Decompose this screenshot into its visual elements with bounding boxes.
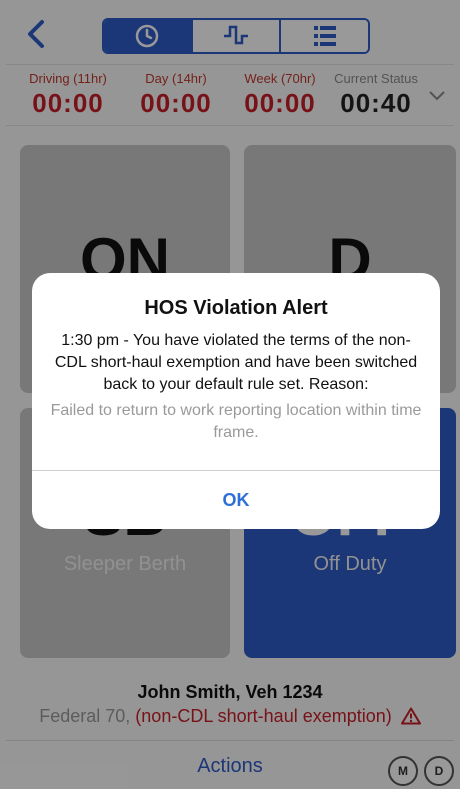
dialog-title: HOS Violation Alert <box>144 297 328 319</box>
ok-button[interactable]: OK <box>32 471 440 529</box>
hos-violation-dialog: HOS Violation Alert 1:30 pm - You have v… <box>32 273 440 529</box>
hos-screen: Driving (11hr) 00:00 Day (14hr) 00:00 We… <box>0 0 460 789</box>
dialog-message: 1:30 pm - You have violated the terms of… <box>54 332 418 393</box>
dialog-reason: Failed to return to work reporting locat… <box>50 402 422 441</box>
